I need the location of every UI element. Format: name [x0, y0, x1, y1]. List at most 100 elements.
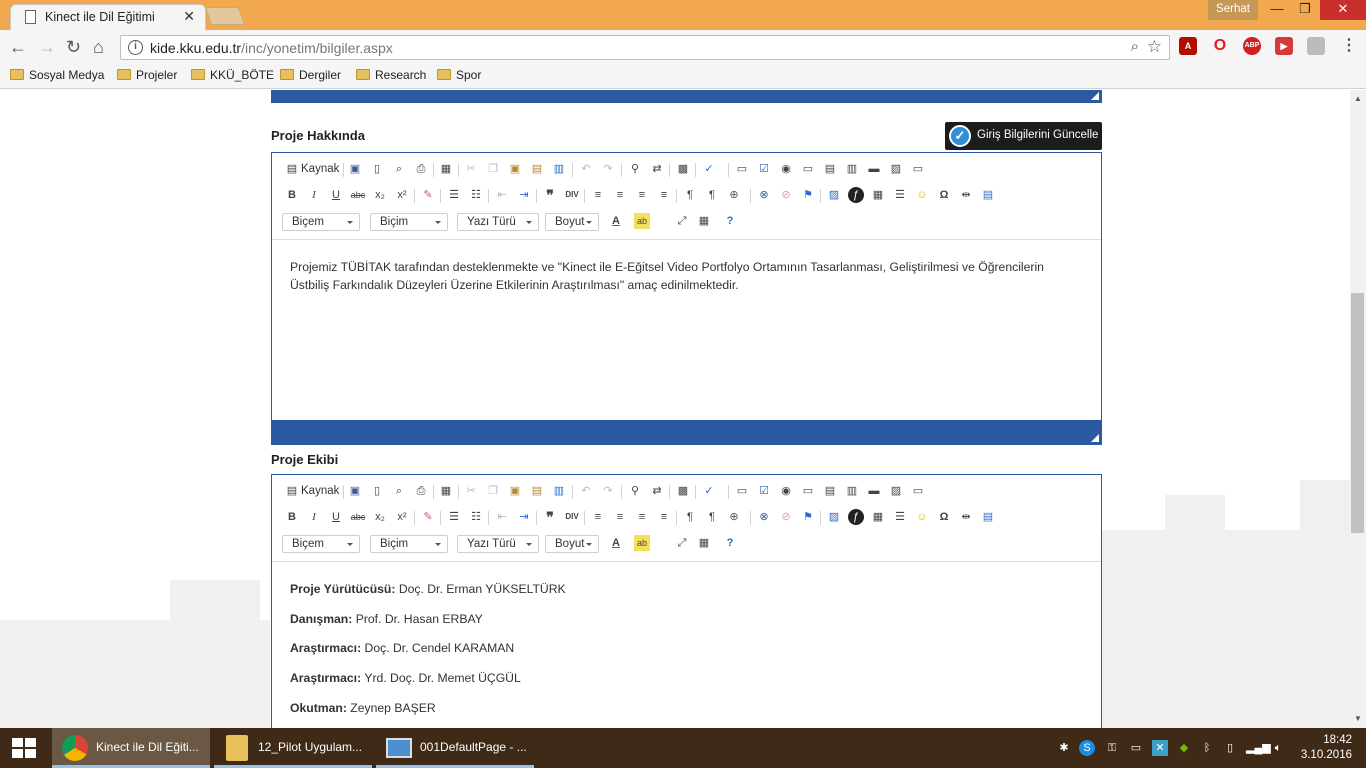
bg-color-icon[interactable]: ab: [634, 535, 650, 551]
maximize-icon[interactable]: ❐: [1290, 0, 1320, 20]
profile-button[interactable]: Serhat: [1208, 0, 1258, 20]
pdf-extension-icon[interactable]: A: [1179, 37, 1197, 55]
page-break-icon[interactable]: ⇹: [958, 509, 974, 525]
paste-word-icon[interactable]: ▥: [551, 483, 567, 499]
signal-icon[interactable]: ▂▄▆: [1246, 740, 1271, 756]
image-icon[interactable]: ▨: [826, 187, 842, 203]
copy-icon[interactable]: ❐: [485, 161, 501, 177]
new-page-icon[interactable]: ▯: [369, 161, 385, 177]
battery-icon[interactable]: ▯: [1222, 740, 1238, 756]
flash-icon[interactable]: ƒ: [848, 187, 864, 203]
blockquote-icon[interactable]: ❞: [542, 509, 558, 525]
subscript-icon[interactable]: x₂: [372, 187, 388, 203]
radio-icon[interactable]: ◉: [778, 161, 794, 177]
window-close-icon[interactable]: ✕: [1320, 0, 1366, 20]
image-icon[interactable]: ▨: [826, 509, 842, 525]
update-credentials-button[interactable]: ✓ Giriş Bilgilerini Güncelle: [945, 122, 1102, 150]
minimize-icon[interactable]: —: [1262, 0, 1292, 20]
select-all-icon[interactable]: ▩: [675, 161, 691, 177]
source-button[interactable]: Kaynak: [301, 163, 339, 175]
team-member[interactable]: Okutman: Zeynep BAŞER: [290, 699, 436, 717]
smiley-icon[interactable]: ☺: [914, 187, 930, 203]
rtl-icon[interactable]: ¶: [704, 509, 720, 525]
textarea-icon[interactable]: ▤: [822, 161, 838, 177]
clock[interactable]: 18:42 3.10.2016: [1301, 733, 1352, 763]
special-char-icon[interactable]: Ω: [936, 509, 952, 525]
outdent-icon[interactable]: ⇤: [494, 509, 510, 525]
skype-icon[interactable]: S: [1079, 740, 1095, 756]
bookmark-kku-bote[interactable]: KKÜ_BÖTE: [191, 68, 274, 82]
anchor-icon[interactable]: ⚑: [800, 187, 816, 203]
text-color-icon[interactable]: A: [608, 213, 624, 229]
iframe-icon[interactable]: ▤: [980, 509, 996, 525]
scroll-thumb[interactable]: [1351, 293, 1364, 533]
taskbar-item-folder[interactable]: 12_Pilot Uygulam...: [214, 728, 372, 768]
unlink-icon[interactable]: ⊘: [778, 509, 794, 525]
forward-icon[interactable]: →: [38, 37, 56, 57]
print-icon[interactable]: ⎙: [413, 161, 429, 177]
flash-icon[interactable]: ƒ: [848, 509, 864, 525]
team-member[interactable]: Araştırmacı: Yrd. Doç. Dr. Memet ÜÇGÜL: [290, 669, 521, 687]
iframe-icon[interactable]: ▤: [980, 187, 996, 203]
taskbar-item-image[interactable]: 001DefaultPage - ...: [376, 728, 534, 768]
superscript-icon[interactable]: x²: [394, 509, 410, 525]
special-char-icon[interactable]: Ω: [936, 187, 952, 203]
find-icon[interactable]: ⚲: [627, 161, 643, 177]
bookmark-star-icon[interactable]: ☆: [1147, 37, 1162, 57]
textarea-icon[interactable]: ▤: [822, 483, 838, 499]
table-icon[interactable]: ▦: [870, 509, 886, 525]
adblock-extension-icon[interactable]: ABP: [1243, 37, 1261, 55]
start-button[interactable]: [0, 728, 48, 768]
ltr-icon[interactable]: ¶: [682, 187, 698, 203]
div-icon[interactable]: DIV: [564, 187, 580, 203]
strike-icon[interactable]: abc: [350, 509, 366, 525]
remove-format-icon[interactable]: ✎: [420, 187, 436, 203]
bookmark-research[interactable]: Research: [356, 68, 426, 82]
hidden-field-icon[interactable]: ▭: [910, 161, 926, 177]
anchor-icon[interactable]: ⚑: [800, 509, 816, 525]
table-icon[interactable]: ▦: [870, 187, 886, 203]
paste-text-icon[interactable]: ▤: [529, 161, 545, 177]
paste-icon[interactable]: ▣: [507, 161, 523, 177]
select-icon[interactable]: ▥: [844, 483, 860, 499]
radio-icon[interactable]: ◉: [778, 483, 794, 499]
redo-icon[interactable]: ↷: [600, 161, 616, 177]
nvidia-icon[interactable]: ◆: [1176, 740, 1192, 756]
language-icon[interactable]: ⊕: [726, 187, 742, 203]
outdent-icon[interactable]: ⇤: [494, 187, 510, 203]
undo-icon[interactable]: ↶: [578, 483, 594, 499]
blockquote-icon[interactable]: ❞: [542, 187, 558, 203]
align-right-icon[interactable]: ≡: [634, 187, 650, 203]
cut-icon[interactable]: ✂: [463, 161, 479, 177]
font-select[interactable]: Yazı Türü: [457, 213, 539, 231]
cut-icon[interactable]: ✂: [463, 483, 479, 499]
paste-text-icon[interactable]: ▤: [529, 483, 545, 499]
div-icon[interactable]: DIV: [564, 509, 580, 525]
numbered-list-icon[interactable]: ☰: [446, 187, 462, 203]
align-center-icon[interactable]: ≡: [612, 187, 628, 203]
paste-icon[interactable]: ▣: [507, 483, 523, 499]
align-left-icon[interactable]: ≡: [590, 187, 606, 203]
indent-icon[interactable]: ⇥: [516, 187, 532, 203]
security-icon[interactable]: ⚿: [1104, 740, 1120, 756]
show-blocks-icon[interactable]: ▦: [696, 535, 712, 551]
checkbox-icon[interactable]: ☑: [756, 483, 772, 499]
copy-icon[interactable]: ❐: [485, 483, 501, 499]
team-member[interactable]: Proje Yürütücüsü: Doç. Dr. Erman YÜKSELT…: [290, 580, 566, 598]
style-select[interactable]: Biçem: [282, 535, 360, 553]
tab-active[interactable]: Kinect ile Dil Eğitimi ✕: [10, 4, 206, 30]
show-blocks-icon[interactable]: ▦: [696, 213, 712, 229]
link-icon[interactable]: ⊗: [756, 509, 772, 525]
help-icon[interactable]: ?: [722, 535, 738, 551]
spellcheck-icon[interactable]: ✓: [701, 483, 717, 499]
bold-icon[interactable]: B: [284, 509, 300, 525]
align-left-icon[interactable]: ≡: [590, 509, 606, 525]
menu-icon[interactable]: ⋮: [1340, 37, 1358, 55]
format-select[interactable]: Biçim: [370, 213, 448, 231]
superscript-icon[interactable]: x²: [394, 187, 410, 203]
rtl-icon[interactable]: ¶: [704, 187, 720, 203]
page-break-icon[interactable]: ⇹: [958, 187, 974, 203]
unlink-icon[interactable]: ⊘: [778, 187, 794, 203]
align-center-icon[interactable]: ≡: [612, 509, 628, 525]
templates-icon[interactable]: ▦: [438, 161, 454, 177]
